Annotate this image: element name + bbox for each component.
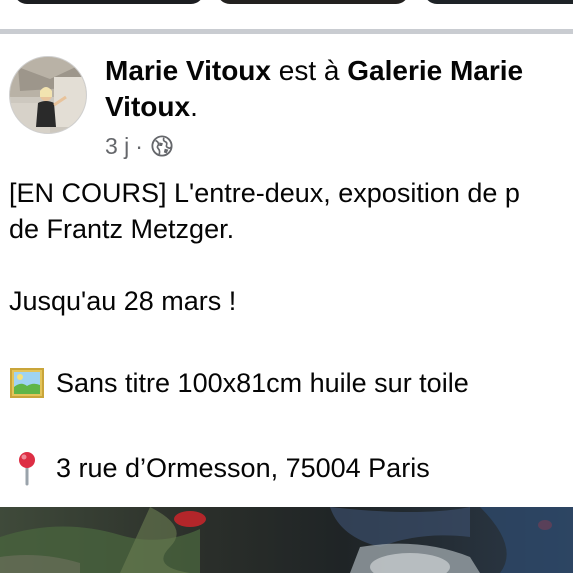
meta-separator: · [135, 132, 143, 159]
post-image[interactable] [0, 507, 573, 573]
story-card[interactable] [217, 0, 409, 4]
post-timestamp[interactable]: 3 j [105, 133, 129, 160]
post-author-line: Marie Vitoux est à Galerie Marie Vitoux. [105, 53, 565, 125]
globe-icon [151, 135, 173, 157]
avatar-photo [10, 57, 86, 133]
framed-picture-icon [10, 368, 44, 398]
round-pushpin-icon [19, 452, 35, 486]
artwork-caption: Sans titre 100x81cm huile sur toile [56, 368, 469, 398]
story-card[interactable] [14, 0, 204, 4]
avatar[interactable] [9, 56, 87, 134]
story-card[interactable] [424, 0, 573, 4]
stories-strip [0, 0, 573, 30]
post-text-line: de Frantz Metzger. [9, 214, 235, 244]
author-name[interactable]: Marie Vitoux [105, 55, 271, 86]
check-in-connector: est à [270, 55, 348, 86]
post-text-line: [EN COURS] L'entre-deux, exposition de p [9, 178, 520, 208]
place-suffix: . [190, 91, 198, 122]
painting-image [0, 507, 573, 573]
post-text-line: Sans titre 100x81cm huile sur toile [9, 365, 469, 401]
post-text-line: Jusqu'au 28 mars ! [9, 286, 237, 316]
post-text-line: 3 rue d’Ormesson, 75004 Paris [9, 450, 430, 486]
post-meta: 3 j · [105, 131, 173, 161]
address-text: 3 rue d’Ormesson, 75004 Paris [56, 453, 430, 483]
feed-separator [0, 29, 573, 34]
